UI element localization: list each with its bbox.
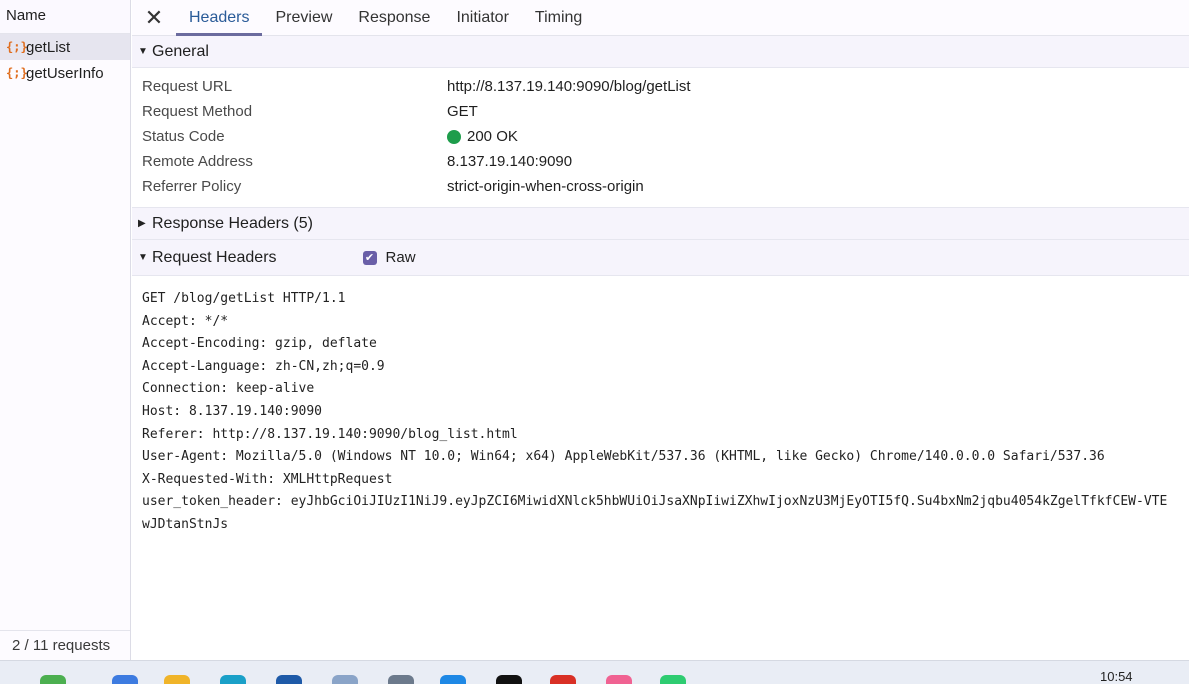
tab-preview[interactable]: Preview	[262, 0, 345, 35]
raw-header-line: Accept-Language: zh-CN,zh;q=0.9	[142, 358, 385, 374]
general-key: Request URL	[142, 78, 233, 95]
raw-header-line: Accept: */*	[142, 313, 229, 329]
triangle-down-icon: ▼	[138, 252, 148, 263]
details-tabbar: ✕ Headers Preview Response Initiator Timing	[132, 0, 1189, 36]
general-key: Status Code	[142, 128, 225, 145]
general-section-title: General	[152, 42, 209, 60]
general-section-body: Request URL http://8.137.19.140:9090/blog…	[132, 68, 1189, 208]
general-row: Remote Address 8.137.19.140:9090	[132, 149, 1189, 174]
general-value-wrap: strict-origin-when-cross-origin	[447, 178, 644, 195]
request-details-panel: ✕ Headers Preview Response Initiator Timing …	[132, 0, 1189, 660]
taskbar-app-icon[interactable]	[388, 675, 414, 684]
general-value[interactable]: http://8.137.19.140:9090/blog/getList	[447, 78, 691, 95]
tab-initiator[interactable]: Initiator	[443, 0, 521, 35]
close-icon[interactable]: ✕	[132, 0, 176, 35]
request-row-getuserinfo[interactable]: {;} getUserInfo	[0, 60, 130, 86]
general-value[interactable]: 200 OK	[467, 128, 518, 145]
response-headers-title: Response Headers (5)	[152, 214, 313, 232]
request-name: getUserInfo	[26, 64, 104, 82]
raw-header-line: GET /blog/getList HTTP/1.1	[142, 291, 346, 306]
request-list: {;} getList {;} getUserInfo	[0, 34, 130, 86]
general-value[interactable]: 8.137.19.140:9090	[447, 153, 572, 170]
taskbar-app-icon[interactable]	[164, 675, 190, 684]
tab-list: Headers Preview Response Initiator Timing	[176, 0, 595, 36]
triangle-right-icon: ▶	[138, 218, 146, 229]
name-column-header[interactable]: Name	[0, 0, 130, 34]
taskbar-clock: 10:54	[1100, 669, 1133, 684]
raw-header-line: Referer: http://8.137.19.140:9090/blog_l…	[142, 426, 518, 442]
taskbar-app-icon[interactable]	[220, 675, 246, 684]
response-headers-section-header[interactable]: ▶ Response Headers (5)	[132, 208, 1189, 240]
general-section-header[interactable]: ▼ General	[132, 36, 1189, 68]
taskbar-app-icon[interactable]	[440, 675, 466, 684]
raw-header-line: X-Requested-With: XMLHttpRequest	[142, 471, 393, 487]
general-value-wrap: http://8.137.19.140:9090/blog/getList	[447, 78, 691, 95]
request-name: getList	[26, 38, 71, 56]
request-count-status: 2 / 11 requests	[0, 630, 130, 660]
general-value-wrap: 8.137.19.140:9090	[447, 153, 572, 170]
request-list-panel: Name {;} getList {;} getUserInfo 2 / 11 req…	[0, 0, 131, 660]
tab-headers[interactable]: Headers	[176, 0, 263, 36]
request-row-getlist[interactable]: {;} getList	[0, 34, 130, 60]
raw-header-line: Host: 8.137.19.140:9090	[142, 403, 323, 419]
taskbar-app-icon[interactable]	[496, 675, 522, 684]
raw-label: Raw	[385, 249, 416, 266]
request-headers-title: Request Headers	[152, 248, 277, 266]
general-key: Remote Address	[142, 153, 253, 170]
raw-request-headers: GET /blog/getList HTTP/1.1 Accept: */* Acc…	[132, 276, 1189, 537]
general-row: Request Method GET	[132, 99, 1189, 124]
taskbar-app-icon[interactable]	[112, 675, 138, 684]
general-key: Request Method	[142, 103, 253, 120]
xhr-icon: {;}	[6, 66, 28, 80]
request-headers-section-header[interactable]: ▼ Request Headers ✔ Raw	[132, 240, 1189, 276]
raw-toggle[interactable]: ✔ Raw	[362, 249, 416, 266]
raw-header-line: User-Agent: Mozilla/5.0 (Windows NT 10.0…	[142, 449, 1105, 465]
general-row: Request URL http://8.137.19.140:9090/blog…	[132, 74, 1189, 99]
general-row: Referrer Policy strict-origin-when-cross-…	[132, 174, 1189, 199]
windows-taskbar: 10:54	[0, 660, 1189, 684]
raw-header-line: user_token_header: eyJhbGciOiJIUzI1NiJ9.…	[142, 494, 1168, 510]
taskbar-app-icon[interactable]	[332, 675, 358, 684]
general-value[interactable]: strict-origin-when-cross-origin	[447, 178, 644, 195]
xhr-icon: {;}	[6, 40, 28, 54]
taskbar-app-icon[interactable]	[550, 675, 576, 684]
general-value-wrap: GET	[447, 103, 478, 120]
raw-header-line: wJDtanStnJs	[142, 516, 229, 532]
general-key: Referrer Policy	[142, 178, 242, 195]
tab-response[interactable]: Response	[345, 0, 443, 35]
raw-checkbox[interactable]: ✔	[362, 250, 377, 265]
status-ok-icon	[447, 129, 461, 144]
taskbar-app-icon[interactable]	[606, 675, 632, 684]
general-row: Status Code 200 OK	[132, 124, 1189, 149]
raw-header-line: Connection: keep-alive	[142, 381, 315, 397]
general-value[interactable]: GET	[447, 103, 478, 120]
triangle-down-icon: ▼	[138, 46, 148, 57]
taskbar-app-icon[interactable]	[276, 675, 302, 684]
taskbar-app-icon[interactable]	[40, 675, 66, 684]
tab-timing[interactable]: Timing	[522, 0, 595, 35]
general-value-wrap: 200 OK	[447, 128, 518, 145]
raw-header-line: Accept-Encoding: gzip, deflate	[142, 336, 377, 352]
taskbar-app-icon[interactable]	[660, 675, 686, 684]
